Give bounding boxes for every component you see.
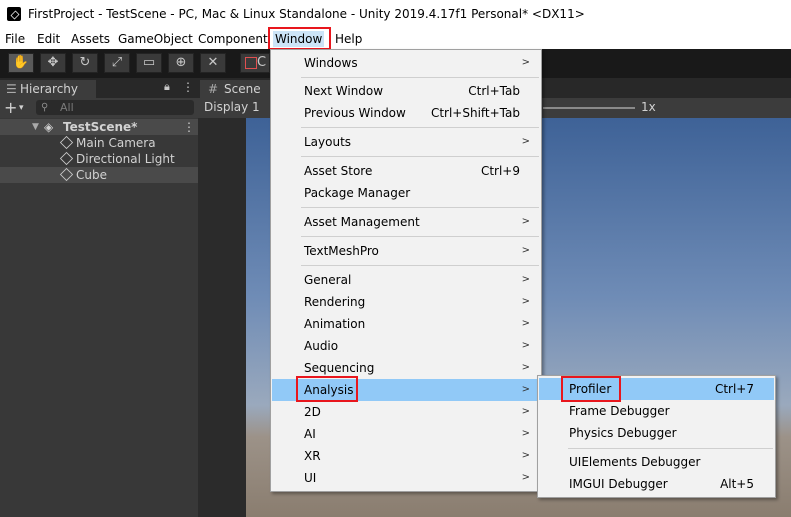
pivot-icon [245, 56, 257, 69]
scene-tab-label: Scene [224, 82, 261, 96]
display-dropdown[interactable]: Display 1 [204, 100, 260, 114]
transform-icon[interactable]: ⊕ [168, 53, 194, 73]
menu-item-windows[interactable]: Windows > [272, 52, 540, 74]
tab-hierarchy[interactable]: ☰ Hierarchy [0, 80, 96, 98]
menu-item-physics-debugger[interactable]: Physics Debugger [539, 422, 774, 444]
window-menu: Windows > Next Window Ctrl+Tab Previous Wi… [270, 49, 542, 492]
search-icon: ⚲ [41, 102, 49, 113]
kebab-menu-icon[interactable]: ⋮ [182, 80, 194, 94]
pivot-toggle[interactable]: C [240, 53, 270, 73]
lock-icon[interactable]: 🔒︎ [164, 80, 170, 94]
chevron-right-icon: > [521, 318, 530, 329]
menu-item-general[interactable]: General > [272, 269, 540, 291]
menu-item-ui[interactable]: UI > [272, 467, 540, 489]
object-name: Cube [76, 168, 107, 182]
chevron-right-icon: > [521, 362, 530, 373]
unity-logo-icon [7, 7, 21, 21]
chevron-right-icon: > [521, 245, 530, 256]
list-icon: ☰ [6, 82, 17, 96]
chevron-right-icon: > [521, 340, 530, 351]
menu-item-profiler[interactable]: Profiler Ctrl+7 [539, 378, 774, 400]
menu-component[interactable]: Component [196, 31, 270, 47]
scale-slider[interactable] [543, 107, 635, 109]
menu-item-xr[interactable]: XR > [272, 445, 540, 467]
chevron-right-icon: > [521, 472, 530, 483]
chevron-right-icon: > [521, 406, 530, 417]
custom-tool-icon[interactable]: ✕ [200, 53, 226, 73]
menu-item-textmeshpro[interactable]: TextMeshPro > [272, 240, 540, 262]
list-item[interactable]: Main Camera [0, 135, 198, 151]
menu-item-2d[interactable]: 2D > [272, 401, 540, 423]
menu-help[interactable]: Help [333, 31, 364, 47]
gameobject-icon [59, 135, 74, 150]
menu-item-asset-management[interactable]: Asset Management > [272, 211, 540, 233]
menu-item-audio[interactable]: Audio > [272, 335, 540, 357]
menu-item-animation[interactable]: Animation > [272, 313, 540, 335]
tab-scene[interactable]: # Scene [200, 80, 270, 98]
scene-name: TestScene* [63, 120, 138, 134]
chevron-right-icon: > [521, 136, 530, 147]
rect-icon[interactable]: ▭ [136, 53, 162, 73]
object-name: Main Camera [76, 136, 156, 150]
menu-file[interactable]: File [3, 31, 27, 47]
expand-arrow-icon[interactable]: ▼ [32, 119, 39, 135]
scene-menu-icon[interactable]: ⋮ [183, 119, 195, 135]
scale-icon[interactable]: ⤢ [104, 53, 130, 73]
chevron-right-icon: > [521, 450, 530, 461]
menu-item-imgui-debugger[interactable]: IMGUI Debugger Alt+5 [539, 473, 774, 495]
chevron-right-icon: > [521, 296, 530, 307]
unity-scene-icon: ◈ [44, 120, 54, 134]
menu-edit[interactable]: Edit [35, 31, 62, 47]
title-bar: FirstProject - TestScene - PC, Mac & Lin… [0, 0, 791, 29]
gameobject-icon [59, 167, 74, 182]
menu-item-next-window[interactable]: Next Window Ctrl+Tab [272, 80, 540, 102]
move-icon[interactable]: ✥ [40, 53, 66, 73]
window-title: FirstProject - TestScene - PC, Mac & Lin… [28, 7, 585, 21]
menu-item-package-manager[interactable]: Package Manager [272, 182, 540, 204]
menu-bar: File Edit Assets GameObject Component Wi… [0, 29, 791, 49]
menu-item-uielements-debugger[interactable]: UIElements Debugger [539, 451, 774, 473]
hierarchy-search-input[interactable]: ⚲ All [36, 100, 194, 115]
hierarchy-toolbar: + ▾ ⚲ All [0, 98, 198, 118]
menu-item-frame-debugger[interactable]: Frame Debugger [539, 400, 774, 422]
chevron-right-icon: > [521, 428, 530, 439]
hierarchy-list: ▼ ◈ TestScene* ⋮ Main Camera Directional… [0, 118, 198, 517]
analysis-submenu: Profiler Ctrl+7 Frame Debugger Physics De… [537, 375, 776, 498]
menu-item-layouts[interactable]: Layouts > [272, 131, 540, 153]
menu-assets[interactable]: Assets [69, 31, 112, 47]
scene-row[interactable]: ▼ ◈ TestScene* ⋮ [0, 119, 198, 135]
add-icon[interactable]: + [4, 98, 17, 118]
menu-item-analysis[interactable]: Analysis > [272, 379, 540, 401]
chevron-right-icon: > [521, 384, 530, 395]
list-item[interactable]: Directional Light [0, 151, 198, 167]
scene-gutter [198, 118, 246, 517]
hand-icon[interactable]: ✋ [8, 53, 34, 73]
chevron-down-icon[interactable]: ▾ [19, 99, 24, 117]
menu-item-asset-store[interactable]: Asset Store Ctrl+9 [272, 160, 540, 182]
chevron-right-icon: > [521, 216, 530, 227]
hierarchy-tab-label: Hierarchy [20, 82, 79, 96]
menu-gameobject[interactable]: GameObject [116, 31, 195, 47]
list-item[interactable]: Cube [0, 167, 198, 183]
grid-icon: # [208, 82, 219, 96]
menu-item-rendering[interactable]: Rendering > [272, 291, 540, 313]
gameobject-icon [59, 151, 74, 166]
search-placeholder: All [60, 101, 74, 114]
menu-window[interactable]: Window [273, 31, 325, 47]
menu-item-ai[interactable]: AI > [272, 423, 540, 445]
rotate-icon[interactable]: ↻ [72, 53, 98, 73]
chevron-right-icon: > [521, 57, 530, 68]
object-name: Directional Light [76, 152, 175, 166]
menu-item-previous-window[interactable]: Previous Window Ctrl+Shift+Tab [272, 102, 540, 124]
menu-item-sequencing[interactable]: Sequencing > [272, 357, 540, 379]
scale-label: 1x [641, 100, 656, 114]
pivot-label: C [257, 55, 267, 70]
chevron-right-icon: > [521, 274, 530, 285]
